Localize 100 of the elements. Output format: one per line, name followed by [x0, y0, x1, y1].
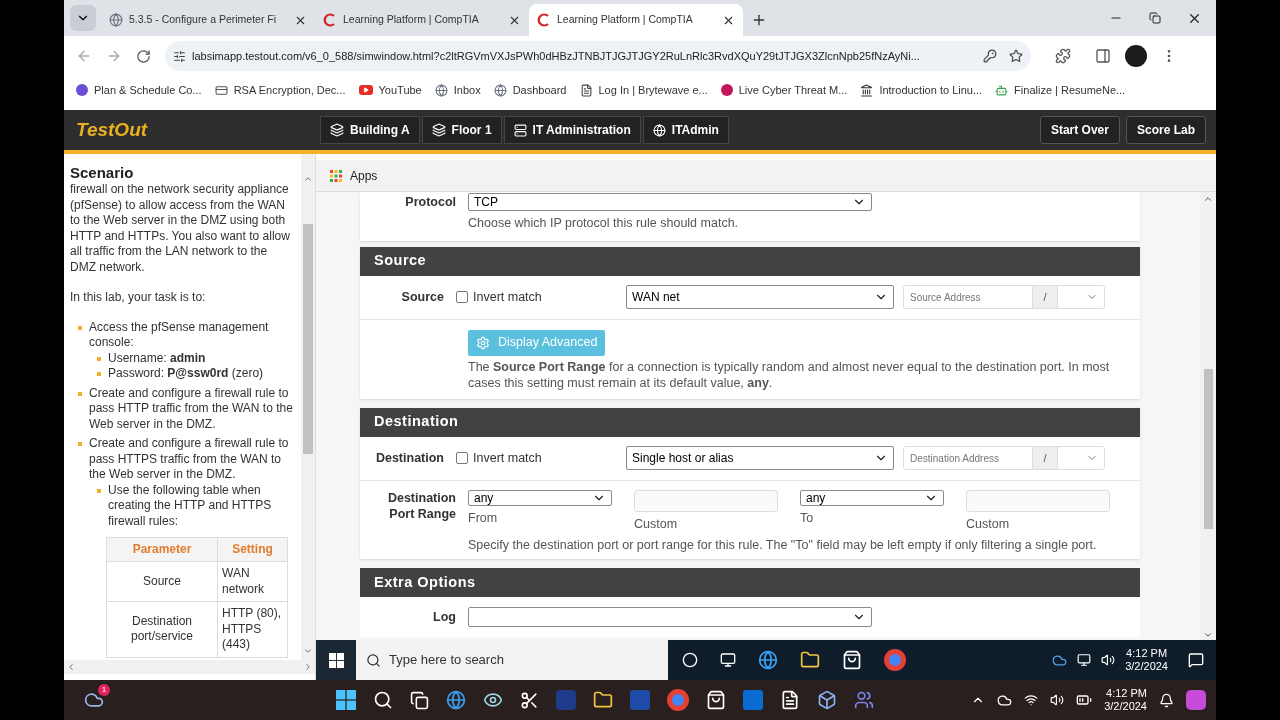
volume-icon[interactable] [1050, 693, 1065, 707]
key-icon[interactable] [983, 49, 997, 63]
copilot-icon[interactable] [1186, 690, 1206, 710]
field-label: Source [400, 288, 445, 306]
task-view-icon[interactable] [410, 690, 429, 710]
help-text: Choose which IP protocol this rule should match. [467, 215, 740, 232]
lab-button[interactable]: Score Lab [1125, 116, 1206, 144]
cube-icon[interactable] [817, 690, 837, 710]
port-select[interactable]: any [800, 489, 944, 506]
checkbox-label: Invert match [473, 449, 542, 467]
search-icon[interactable] [373, 690, 393, 710]
log-select[interactable] [468, 607, 872, 628]
scrollbar-thumb[interactable] [1203, 369, 1213, 529]
scrollbar[interactable] [301, 154, 315, 660]
help-text: Specify the destination port or port range for this rule. The "To" field may be left empty if only filtering a single port. [467, 536, 1098, 554]
chevron-up-icon[interactable] [303, 174, 313, 184]
ring-icon [323, 13, 337, 27]
lab-button[interactable]: Start Over [1039, 116, 1120, 144]
bookmark[interactable]: Inbox [453, 81, 481, 99]
type-select[interactable]: WAN net [626, 285, 894, 310]
cloud-icon[interactable] [997, 692, 1013, 708]
browser-tab[interactable]: Learning Platform | CompTIA [315, 4, 529, 36]
section-header: Extra Options [360, 568, 1140, 598]
bookmark[interactable]: Plan & Schedule Co... [94, 81, 202, 99]
clock-time: 4:12 PM [1106, 687, 1147, 700]
store-icon[interactable] [842, 650, 862, 670]
folder-icon[interactable] [800, 650, 820, 670]
people-icon[interactable] [854, 690, 874, 710]
protocol-select[interactable]: TCP [468, 193, 872, 211]
scrollbar-thumb[interactable] [303, 224, 313, 454]
checkbox[interactable] [456, 452, 468, 465]
chevron-left-icon[interactable] [66, 662, 76, 672]
table-cell: Destination port/service [106, 601, 218, 657]
folder-icon[interactable] [593, 690, 613, 710]
chevron-down-icon[interactable] [303, 646, 313, 656]
chevron-up-icon[interactable] [1203, 194, 1213, 204]
address-field[interactable]: Source Address [903, 285, 1033, 310]
document-icon[interactable] [780, 690, 800, 710]
browser-tab[interactable]: 5.3.5 - Configure a Perimeter Fi [101, 4, 315, 36]
globe-icon [109, 13, 123, 27]
browser-tab[interactable]: Learning Platform | CompTIA [529, 4, 743, 36]
task-text: Create and configure a firewall rule to pass HTTPS traffic from the WAN to the Web server in the DMZ. [89, 436, 290, 483]
type-select[interactable]: Single host or alias [626, 446, 894, 471]
site-info-icon[interactable] [173, 49, 186, 63]
clock-time: 4:12 PM [1126, 647, 1168, 660]
bookmark[interactable]: Live Cyber Threat M... [738, 81, 848, 99]
breadcrumb[interactable]: Building A [320, 116, 420, 144]
new-tab-icon[interactable] [751, 12, 767, 28]
edge-icon[interactable] [446, 690, 466, 710]
breadcrumb[interactable]: ITAdmin [642, 116, 729, 144]
custom-port-field[interactable] [634, 489, 778, 512]
bell-icon[interactable] [1159, 692, 1174, 708]
clock-date: 3/2/2024 [1104, 700, 1147, 713]
field-label: Log [432, 608, 457, 626]
bookmark[interactable]: Finalize | ResumeNe... [1014, 81, 1126, 99]
task-text: Access the pfSense management console: [89, 319, 270, 351]
custom-port-field[interactable] [966, 489, 1110, 512]
breadcrumb[interactable]: Floor 1 [421, 116, 502, 144]
play-icon [358, 85, 373, 95]
scissors-icon[interactable] [520, 690, 539, 710]
windows-icon[interactable] [328, 652, 344, 668]
section-header: Destination [360, 407, 1140, 437]
battery-icon[interactable] [1076, 692, 1093, 708]
reload-icon[interactable] [136, 48, 151, 64]
volume-icon[interactable] [1101, 653, 1116, 667]
cortana-icon[interactable] [682, 652, 698, 668]
chevron-down-icon[interactable] [1203, 630, 1213, 640]
search-field[interactable]: Type here to search [356, 640, 668, 680]
eye-icon[interactable] [483, 690, 503, 710]
bookmark[interactable]: Introduction to Linu... [879, 81, 983, 99]
chrome-icon[interactable] [667, 689, 689, 711]
cloud-icon[interactable] [1052, 652, 1068, 668]
bookmark[interactable]: RSA Encryption, Dec... [233, 81, 346, 99]
side-panel-icon[interactable] [1095, 48, 1111, 64]
network-icon[interactable] [1077, 653, 1092, 667]
port-select[interactable]: any [468, 489, 612, 506]
wifi-icon[interactable] [1024, 693, 1039, 707]
address-field[interactable]: Destination Address [903, 446, 1033, 471]
weather-icon[interactable] [84, 690, 104, 710]
edge-icon[interactable] [758, 650, 778, 670]
store-icon[interactable] [706, 690, 726, 710]
field-label: Destination [374, 449, 445, 467]
bookmark[interactable]: Log In | Brytewave e... [598, 81, 708, 99]
chrome-icon[interactable] [884, 649, 906, 671]
chevron-right-icon[interactable] [303, 662, 313, 672]
task-view-icon[interactable] [720, 652, 736, 668]
checkbox[interactable] [456, 291, 468, 304]
bookmark[interactable]: Dashboard [512, 81, 567, 99]
address-bar[interactable]: labsimapp.testout.com/v6_0_588/simwindow.html?c2ltRGVmVXJsPWh0dHBzJTNBJTJGJTJGY2RuLnRlc3RvdXQuY29tJTJGX3ZlcnNpb25fNzAyNi... [165, 41, 1031, 71]
extensions-icon[interactable] [1055, 48, 1071, 64]
breadcrumb[interactable]: IT Administration [503, 116, 641, 144]
profile-avatar[interactable] [1125, 45, 1147, 67]
notification-badge: 1 [98, 684, 110, 696]
restore-icon[interactable] [1149, 12, 1161, 24]
bookmark[interactable]: YouTube [378, 81, 422, 99]
scrollbar[interactable] [1200, 192, 1216, 640]
tab-search-button[interactable] [70, 5, 96, 31]
notification-icon[interactable] [1188, 652, 1204, 668]
horizontal-scrollbar[interactable] [64, 660, 315, 674]
star-icon[interactable] [1009, 49, 1023, 63]
